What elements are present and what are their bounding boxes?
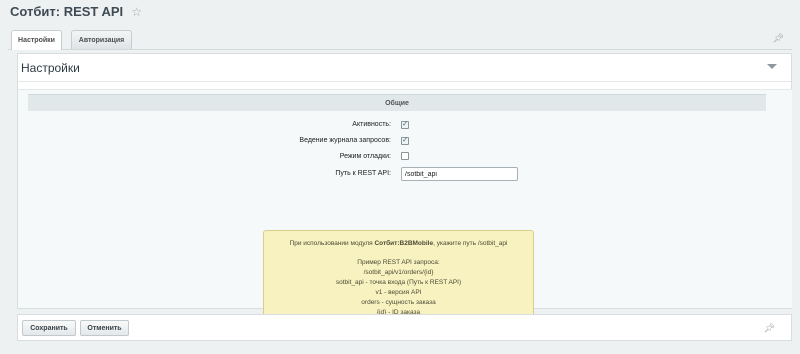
log-label: Ведение журнала запросов: (299, 137, 391, 144)
panel-title: Настройки (21, 61, 80, 75)
active-label: Активность: (352, 121, 391, 128)
tab-settings[interactable]: Настройки (11, 30, 62, 50)
cancel-button[interactable]: Отменить (80, 320, 129, 336)
notice-line: orders - сущность заказа (361, 299, 436, 306)
notice-line: Пример REST API запроса: (357, 259, 440, 266)
info-notice: При использовании модуля Сотбит:B2BMobil… (263, 230, 534, 326)
rest-api-path-input[interactable] (401, 167, 518, 181)
page-title: Сотбит: REST API ☆ (10, 4, 142, 19)
divider (18, 81, 791, 82)
settings-panel: Настройки Общие Активность: ✓ Ведение жу… (17, 53, 792, 326)
active-checkbox[interactable]: ✓ (401, 121, 409, 129)
save-button[interactable]: Сохранить (22, 320, 76, 336)
log-checkbox[interactable]: ✓ (401, 137, 409, 145)
settings-form: Общие Активность: ✓ Ведение журнала запр… (18, 89, 792, 326)
footer-bar: Сохранить Отменить 📌︎ (17, 314, 792, 341)
tab-authorization[interactable]: Авторизация (71, 30, 132, 49)
tabs-bar: Настройки Авторизация 📌︎ (8, 26, 792, 50)
page-title-text: Сотбит: REST API (10, 4, 124, 19)
notice-line: sotbit_api - точка входа (Путь к REST AP… (335, 279, 462, 286)
debug-label: Режим отладки: (339, 153, 391, 160)
section-header: Общие (28, 94, 766, 111)
notice-intro: При использовании модуля Сотбит:B2BMobil… (289, 240, 508, 247)
notice-line: /sotbit_api/v1/orders/{id} (363, 269, 434, 276)
debug-checkbox[interactable] (401, 152, 409, 160)
pin-icon[interactable]: 📌︎ (773, 33, 784, 44)
star-icon[interactable]: ☆ (131, 5, 142, 19)
collapse-icon[interactable] (767, 64, 777, 69)
path-label: Путь к REST API: (335, 170, 391, 177)
notice-line: v1 - версия API (375, 289, 422, 296)
pin-icon[interactable]: 📌︎ (764, 323, 775, 334)
